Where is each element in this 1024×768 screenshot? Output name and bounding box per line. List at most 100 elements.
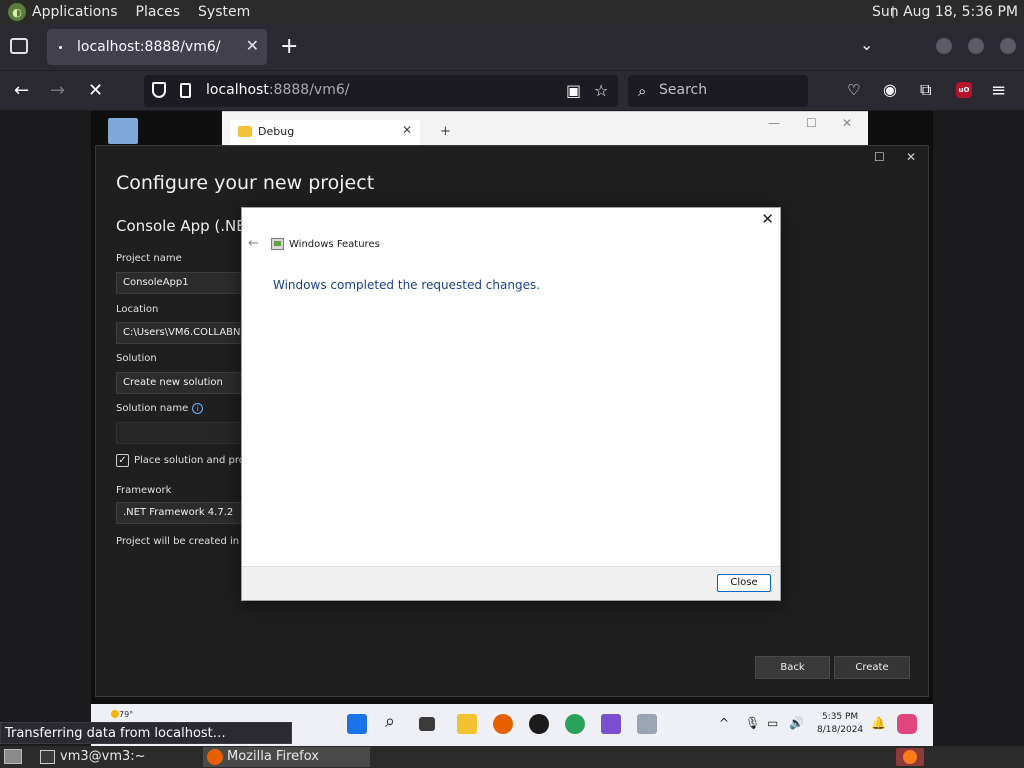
panel-clock[interactable]: Sun Aug 18, 5:36 PM: [872, 4, 1018, 20]
dialog-back-arrow-icon[interactable]: ←: [248, 236, 259, 251]
framework-label: Framework: [116, 485, 172, 496]
volume-icon[interactable]: 🔊: [789, 716, 804, 730]
maximize-window-button[interactable]: [968, 38, 984, 54]
file-explorer-window: Debug ✕ + — ☐ ✕: [222, 111, 868, 146]
project-name-label: Project name: [116, 253, 182, 264]
taskbar-item-terminal[interactable]: vm3@vm3:~: [36, 747, 196, 767]
project-location-note: Project will be created in "C:\: [116, 536, 261, 547]
pocket-icon[interactable]: ♡: [847, 81, 860, 99]
close-button[interactable]: Close: [717, 574, 771, 592]
list-all-tabs-icon[interactable]: [10, 38, 28, 54]
vs-close-button[interactable]: ✕: [906, 150, 916, 164]
firefox-tray-icon[interactable]: [896, 748, 924, 766]
tab-loading-icon: [59, 46, 62, 49]
distro-logo-icon[interactable]: ◐: [8, 3, 26, 21]
solution-name-label: Solution name i: [116, 403, 204, 414]
taskbar-search-icon[interactable]: ⌕: [385, 711, 405, 732]
vs-template-name: Console App (.NET: [116, 217, 255, 235]
new-tab-button[interactable]: +: [280, 34, 298, 59]
menu-hamburger-icon[interactable]: ≡: [991, 80, 1006, 101]
forward-arrow-icon[interactable]: →: [50, 80, 65, 101]
url-host: localhost: [206, 82, 269, 98]
dialog-close-icon[interactable]: ✕: [761, 210, 774, 228]
windows-time: 5:35 PM: [821, 712, 859, 722]
explorer-tab-debug[interactable]: Debug ✕: [230, 120, 420, 146]
url-path: :8888/vm6/: [268, 82, 350, 98]
search-icon: ⌕: [638, 82, 647, 100]
tab-title: localhost:8888/vm6/: [77, 39, 221, 55]
page-info-icon[interactable]: [180, 83, 191, 98]
visual-studio-taskbar-icon[interactable]: [601, 714, 621, 734]
close-window-button[interactable]: [1000, 38, 1016, 54]
dialog-footer: Close: [242, 566, 780, 600]
windows-features-dialog: ✕ ← Windows Features Windows completed t…: [241, 207, 781, 601]
back-button[interactable]: Back: [755, 656, 830, 679]
chevron-down-icon[interactable]: ⌄: [860, 35, 873, 54]
back-arrow-icon[interactable]: ←: [14, 80, 29, 101]
location-label: Location: [116, 304, 159, 315]
github-desktop-taskbar-icon[interactable]: [529, 714, 549, 734]
weather-sun-icon[interactable]: [111, 710, 119, 718]
firefox-status-panel: Transferring data from localhost…: [0, 722, 292, 744]
vs-page-title: Configure your new project: [116, 172, 375, 194]
stop-loading-icon[interactable]: ✕: [88, 80, 103, 101]
explorer-new-tab-button[interactable]: +: [440, 124, 451, 139]
tracking-shield-icon[interactable]: [152, 82, 166, 98]
file-explorer-taskbar-icon[interactable]: [457, 714, 477, 734]
create-button[interactable]: Create: [834, 656, 910, 679]
windows-features-taskbar-icon[interactable]: [637, 714, 657, 734]
explorer-minimize-button[interactable]: —: [768, 116, 780, 130]
recycle-bin-icon[interactable]: [108, 118, 138, 144]
info-icon[interactable]: i: [192, 403, 204, 414]
url-text[interactable]: localhost:8888/vm6/: [206, 82, 349, 98]
task-view-icon[interactable]: [419, 717, 435, 731]
url-bar[interactable]: localhost:8888/vm6/ ▣ ☆: [144, 75, 618, 107]
copilot-icon[interactable]: [897, 714, 917, 734]
applications-menu[interactable]: Applications: [32, 4, 118, 20]
tab-close-icon[interactable]: ✕: [246, 36, 259, 55]
firefox-icon: [207, 749, 223, 765]
ublock-origin-icon[interactable]: uO: [956, 82, 972, 98]
weather-temperature[interactable]: 79°: [119, 710, 133, 719]
gnome-bottom-panel: vm3@vm3:~ Mozilla Firefox: [0, 746, 1024, 768]
show-hidden-icons-chevron-icon[interactable]: ^: [719, 716, 729, 730]
firefox-taskbar-icon[interactable]: [493, 714, 513, 734]
network-icon[interactable]: ▭: [767, 716, 778, 730]
account-icon[interactable]: ◉: [883, 80, 897, 99]
explorer-close-button[interactable]: ✕: [842, 116, 852, 130]
taskbar-item-label: Mozilla Firefox: [227, 749, 319, 764]
windows-features-icon: [271, 238, 284, 250]
terminal-icon: [40, 750, 55, 764]
explorer-maximize-button[interactable]: ☐: [806, 116, 817, 130]
vs-maximize-button[interactable]: ☐: [874, 150, 885, 164]
reader-view-icon[interactable]: ▣: [566, 81, 581, 100]
firefox-tab-strip: localhost:8888/vm6/ ✕ + ⌄: [0, 24, 1024, 70]
search-placeholder: Search: [659, 82, 708, 98]
solution-name-label-text: Solution name: [116, 403, 189, 414]
solution-label: Solution: [116, 353, 157, 364]
explorer-tab-close-icon[interactable]: ✕: [402, 123, 412, 137]
edge-taskbar-icon[interactable]: [565, 714, 585, 734]
extensions-icon[interactable]: ⧉: [920, 80, 931, 100]
taskbar-item-label: vm3@vm3:~: [60, 749, 146, 764]
gnome-top-panel: ◐ Applications Places System Sun Aug 18,…: [0, 0, 1024, 24]
notification-bell-icon[interactable]: 🔔: [871, 716, 886, 730]
start-windows-icon[interactable]: [347, 714, 367, 734]
windows-date: 8/18/2024: [817, 725, 864, 735]
show-desktop-icon[interactable]: [4, 749, 22, 764]
tab-localhost[interactable]: localhost:8888/vm6/ ✕: [47, 29, 267, 65]
bookmark-star-icon[interactable]: ☆: [594, 81, 608, 100]
windows-clock[interactable]: 5:35 PM 8/18/2024: [817, 711, 863, 737]
firefox-nav-bar: ← → ✕ localhost:8888/vm6/ ▣ ☆ ⌕ Search ♡…: [0, 70, 1024, 110]
place-solution-checkbox[interactable]: ✓: [116, 454, 129, 467]
system-menu[interactable]: System: [198, 4, 250, 20]
microphone-icon[interactable]: 🎙: [745, 716, 760, 730]
folder-icon: [238, 126, 252, 137]
taskbar-item-firefox[interactable]: Mozilla Firefox: [203, 747, 370, 767]
places-menu[interactable]: Places: [136, 4, 181, 20]
minimize-window-button[interactable]: [936, 38, 952, 54]
completion-message: Windows completed the requested changes.: [273, 278, 541, 292]
search-input[interactable]: ⌕ Search: [628, 75, 808, 107]
dialog-title: Windows Features: [289, 239, 380, 250]
explorer-tab-title: Debug: [258, 125, 295, 138]
